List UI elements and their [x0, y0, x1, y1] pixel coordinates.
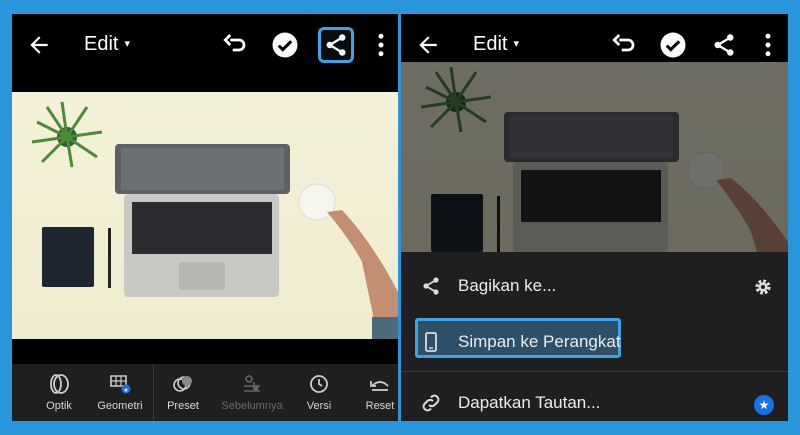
phone-icon — [425, 332, 437, 352]
chevron-down-icon: ▾ — [513, 38, 519, 50]
undo-button[interactable] — [608, 30, 638, 60]
arrow-left-icon — [30, 36, 48, 54]
tool-reset[interactable]: Reset — [348, 372, 398, 412]
share-button[interactable] — [318, 27, 354, 63]
tool-optics[interactable]: Optik — [27, 372, 91, 412]
undo-button[interactable] — [219, 30, 249, 60]
get-link-label: Dapatkan Tautan... — [458, 393, 601, 412]
svg-text:★: ★ — [123, 387, 128, 394]
dim-overlay — [401, 62, 788, 252]
edit-title: Edit — [84, 33, 119, 55]
premium-star-icon: ★ — [754, 395, 774, 415]
edit-toolbar: Optik ★ Geometri Preset Sebelumnya Versi… — [12, 364, 398, 421]
sheet-divider — [401, 371, 788, 372]
more-vertical-icon — [378, 33, 384, 57]
top-bar: Edit ▾ — [12, 14, 398, 76]
versions-icon — [310, 375, 328, 393]
chevron-down-icon: ▾ — [124, 38, 130, 50]
share-screen: Edit ▾ Bagikan ke... Simpan ke Perangkat… — [401, 14, 788, 421]
share-button[interactable] — [709, 30, 739, 60]
previous-icon — [244, 375, 260, 392]
share-icon — [714, 34, 734, 56]
tool-label: Geometri — [97, 400, 143, 412]
back-button[interactable] — [26, 32, 52, 58]
share-icon — [326, 34, 346, 56]
tool-versions[interactable]: Versi — [287, 372, 351, 412]
edit-menu[interactable]: Edit ▾ — [84, 33, 130, 56]
tool-label: Optik — [46, 400, 72, 412]
done-button[interactable] — [658, 30, 688, 60]
share-icon — [423, 277, 439, 295]
optics-icon — [50, 374, 69, 394]
edit-title: Edit — [473, 33, 508, 55]
more-vertical-icon — [765, 33, 771, 57]
photo-canvas[interactable] — [12, 92, 398, 339]
done-button[interactable] — [270, 30, 300, 60]
reset-icon — [370, 381, 389, 391]
share-sheet: Bagikan ke... Simpan ke Perangkat Dapatk… — [401, 252, 788, 421]
more-options-button[interactable] — [366, 30, 396, 60]
desk-photo — [31, 101, 398, 339]
more-options-button[interactable] — [753, 30, 783, 60]
gear-icon[interactable] — [752, 276, 774, 298]
save-to-device-label: Simpan ke Perangkat — [458, 332, 621, 351]
tool-label: Reset — [365, 400, 395, 412]
editor-screen: Edit ▾ Optik ★ Geometri Preset Sebelumny… — [12, 14, 398, 421]
share-to-label: Bagikan ke... — [458, 276, 557, 295]
arrow-left-icon — [419, 36, 437, 54]
tool-label: Versi — [306, 400, 332, 412]
check-circle-icon — [660, 32, 686, 58]
back-button[interactable] — [415, 32, 441, 58]
share-to-option[interactable]: Bagikan ke... — [401, 266, 788, 306]
tool-geometry[interactable]: ★ Geometri — [88, 372, 152, 412]
save-to-device-option[interactable]: Simpan ke Perangkat — [401, 322, 788, 362]
tool-previous[interactable]: Sebelumnya — [220, 372, 284, 412]
check-circle-icon — [272, 32, 298, 58]
undo-icon — [223, 34, 246, 52]
photo-canvas — [401, 62, 788, 252]
edit-menu[interactable]: Edit ▾ — [473, 33, 519, 56]
tool-label: Preset — [167, 400, 199, 412]
tool-preset[interactable]: Preset — [151, 372, 215, 412]
preset-icon — [173, 376, 192, 392]
get-link-option[interactable]: Dapatkan Tautan... — [401, 383, 788, 421]
geometry-icon: ★ — [110, 375, 131, 394]
undo-icon — [612, 34, 635, 52]
link-icon — [422, 394, 440, 412]
tool-label: Sebelumnya — [221, 400, 283, 412]
